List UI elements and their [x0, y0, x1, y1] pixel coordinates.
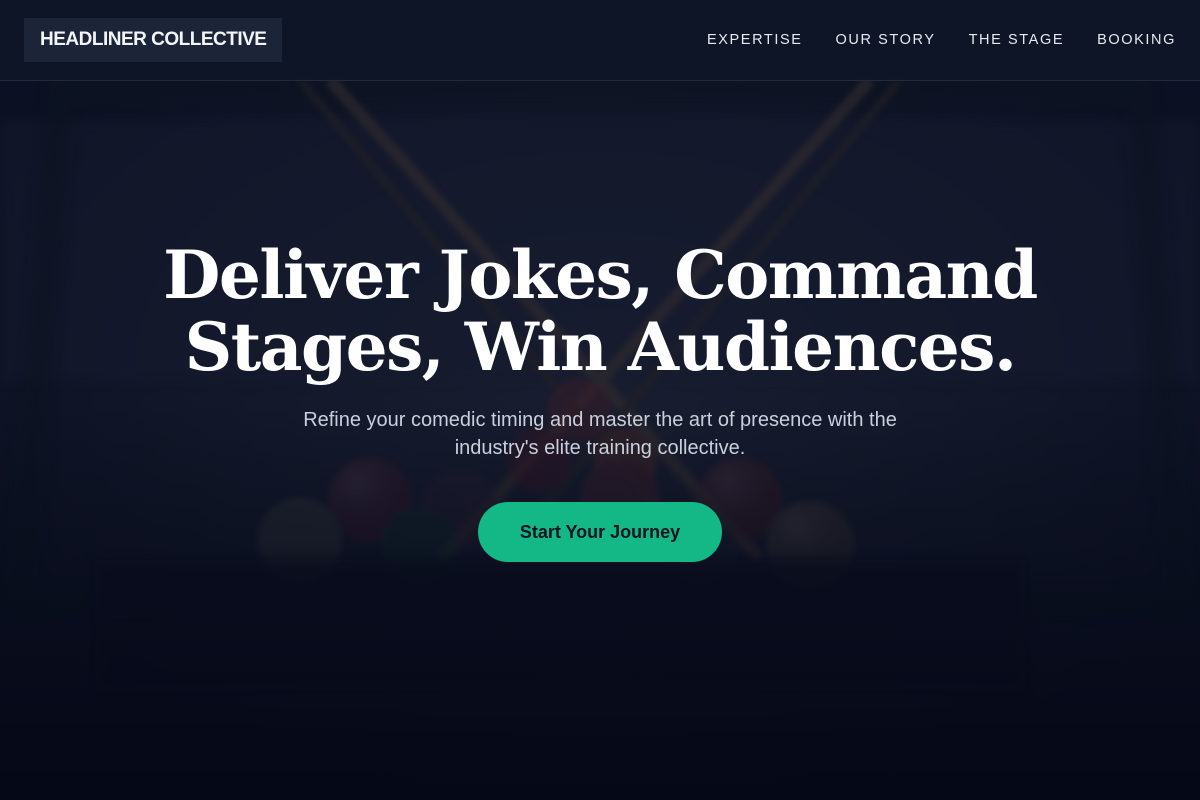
hero-subtitle-line-1: Refine your comedic timing and master th…: [303, 409, 897, 431]
hero-subtitle: Refine your comedic timing and master th…: [270, 406, 930, 462]
main-nav: EXPERTISE OUR STORY THE STAGE BOOKING: [707, 0, 1176, 80]
nav-link-expertise[interactable]: EXPERTISE: [707, 32, 803, 48]
nav-link-our-story[interactable]: OUR STORY: [836, 32, 936, 48]
hero-title-line-1: Deliver Jokes, Command: [163, 236, 1038, 314]
landing-page: HEADLINER COLLECTIVE EXPERTISE OUR STORY…: [0, 0, 1200, 800]
start-journey-button[interactable]: Start Your Journey: [478, 502, 722, 562]
brand-logo[interactable]: HEADLINER COLLECTIVE: [24, 18, 283, 62]
site-header: HEADLINER COLLECTIVE EXPERTISE OUR STORY…: [0, 0, 1200, 81]
nav-link-booking[interactable]: BOOKING: [1097, 32, 1176, 48]
nav-link-the-stage[interactable]: THE STAGE: [969, 32, 1065, 48]
hero-title: Deliver Jokes, Command Stages, Win Audie…: [100, 239, 1100, 383]
hero-title-line-2: Stages, Win Audiences.: [184, 308, 1017, 386]
hero-section: Deliver Jokes, Command Stages, Win Audie…: [0, 81, 1200, 800]
hero-subtitle-line-2: industry's elite training collective.: [454, 437, 746, 459]
